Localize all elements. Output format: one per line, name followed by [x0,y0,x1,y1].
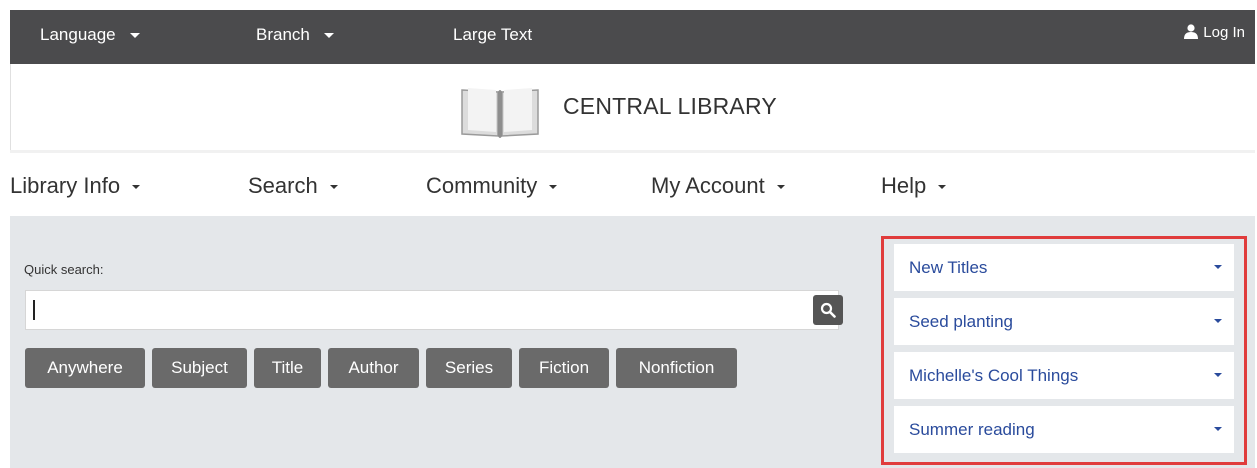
panel-item-label: Summer reading [909,420,1035,439]
chevron-down-icon [1214,265,1222,269]
panel-item-michelles-cool-things[interactable]: Michelle's Cool Things [894,352,1234,399]
nav-community[interactable]: Community [426,153,558,216]
panel-item-label: New Titles [909,258,988,277]
nav-label: Search [248,173,318,198]
nav-label: My Account [651,173,765,198]
filter-nonfiction-button[interactable]: Nonfiction [616,348,737,388]
featured-lists-panel: New Titles Seed planting Michelle's Cool… [881,236,1247,465]
site-header: CENTRAL LIBRARY [10,64,1255,150]
filter-subject-button[interactable]: Subject [152,348,247,388]
filter-anywhere-button[interactable]: Anywhere [25,348,145,388]
text-cursor [33,300,35,320]
filter-fiction-button[interactable]: Fiction [519,348,609,388]
nav-search[interactable]: Search [248,153,338,216]
quick-search-label: Quick search: [24,262,104,277]
panel-item-summer-reading[interactable]: Summer reading [894,406,1234,453]
open-book-icon [461,88,539,138]
chevron-down-icon [132,185,141,190]
chevron-down-icon [129,33,140,39]
library-logo[interactable] [458,84,542,145]
search-icon [820,302,836,318]
main-content: Quick search: Anywhere Subject Title Aut… [10,216,1255,468]
panel-item-seed-planting[interactable]: Seed planting [894,298,1234,345]
login-label: Log In [1203,24,1245,41]
language-dropdown[interactable]: Language [40,10,140,64]
branch-dropdown[interactable]: Branch [256,10,334,64]
chevron-down-icon [1214,427,1222,431]
chevron-down-icon [329,185,338,190]
search-button[interactable] [813,295,843,325]
large-text-label: Large Text [453,25,533,44]
panel-item-label: Seed planting [909,312,1013,331]
panel-item-label: Michelle's Cool Things [909,366,1079,385]
nav-label: Help [881,173,927,198]
chevron-down-icon [1214,319,1222,323]
chevron-down-icon [776,185,785,190]
top-bar: Language Branch Large Text Log In [10,10,1255,64]
app-frame: Language Branch Large Text Log In CENTRA… [10,10,1255,468]
chevron-down-icon [323,33,334,39]
library-name: CENTRAL LIBRARY [563,93,777,119]
filter-author-button[interactable]: Author [328,348,419,388]
chevron-down-icon [938,185,947,190]
nav-label: Community [426,173,538,198]
quick-search-input[interactable] [25,290,843,330]
chevron-down-icon [549,185,558,190]
large-text-link[interactable]: Large Text [453,10,532,64]
chevron-down-icon [1214,373,1222,377]
login-link[interactable]: Log In [1184,10,1245,64]
language-label: Language [40,25,116,44]
user-icon [1184,24,1199,39]
filter-title-button[interactable]: Title [254,348,321,388]
main-nav: Library Info Search Community My Account… [10,150,1255,216]
panel-item-new-titles[interactable]: New Titles [894,244,1234,291]
filter-series-button[interactable]: Series [426,348,512,388]
nav-library-info[interactable]: Library Info [10,153,141,216]
nav-my-account[interactable]: My Account [651,153,785,216]
branch-label: Branch [256,25,310,44]
nav-label: Library Info [10,173,121,198]
nav-help[interactable]: Help [881,153,947,216]
